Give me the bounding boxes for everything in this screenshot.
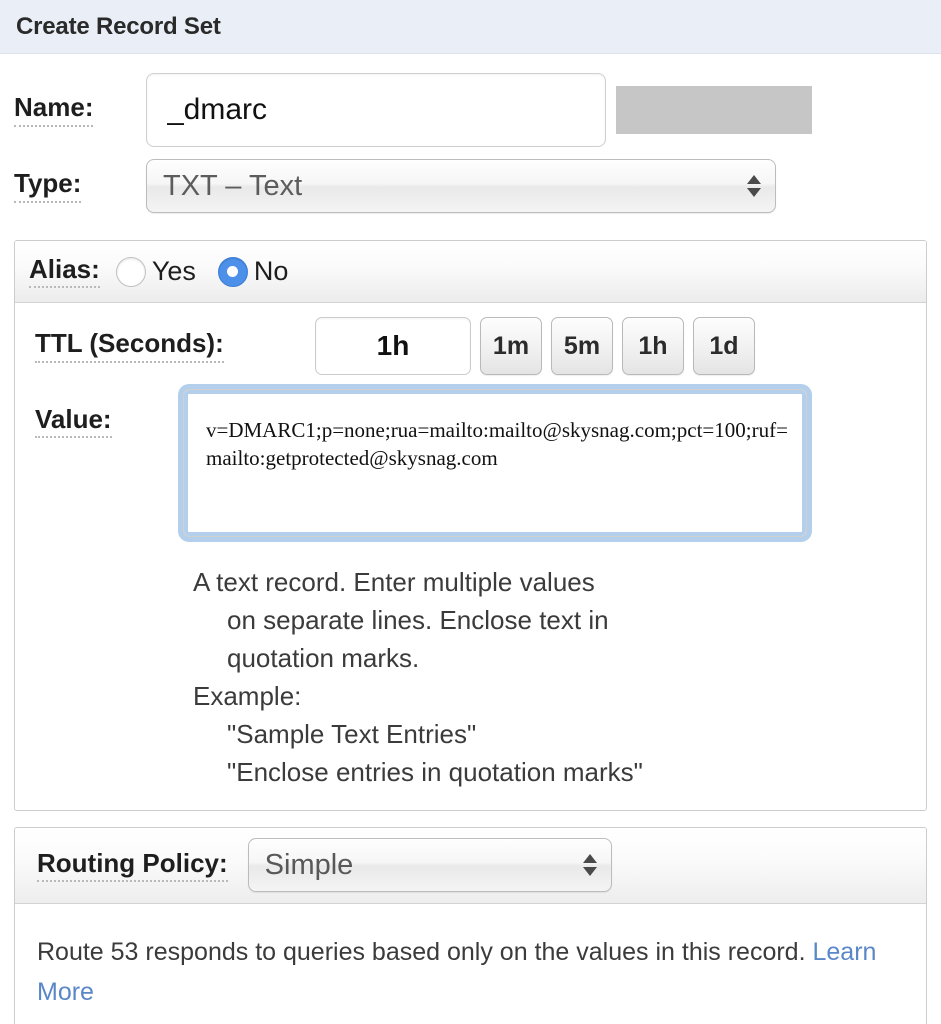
top-fields: Name: Type: TXT – Text (0, 54, 941, 228)
type-row: Type: TXT – Text (0, 152, 941, 220)
ttl-label: TTL (Seconds): (35, 329, 224, 363)
alias-radio-group: Yes No (115, 256, 311, 287)
value-help-line-6: "Enclose entries in quotation marks" (227, 756, 643, 787)
chevron-updown-icon (582, 854, 597, 877)
alias-radio-no[interactable]: No (217, 256, 289, 287)
type-label-col: Type: (0, 169, 146, 203)
routing-policy-description: Route 53 responds to queries based only … (15, 904, 926, 1024)
routing-policy-select-value: Simple (264, 848, 354, 881)
alias-label: Alias: (29, 254, 100, 289)
routing-policy-section: Routing Policy: Simple Route 53 responds… (14, 826, 927, 1024)
name-label: Name: (14, 93, 94, 127)
ttl-preset-1m[interactable]: 1m (480, 317, 542, 375)
radio-checked-icon (217, 256, 248, 287)
ttl-row: TTL (Seconds): 1m 5m 1h 1d (15, 303, 926, 385)
alias-ttl-value-section: Alias: Yes No TTL (Seconds): 1m 5m 1h (14, 240, 927, 811)
value-row: Value: v=DMARC1;p=none;rua=mailto:mailto… (15, 385, 926, 542)
create-record-set-panel: Create Record Set Name: Type: TXT – Text (0, 0, 941, 1024)
ttl-preset-5m[interactable]: 5m (551, 317, 613, 375)
value-textarea-wrap: v=DMARC1;p=none;rua=mailto:mailto@skysna… (183, 389, 807, 542)
value-help-text: A text record. Enter multiple values on … (15, 564, 926, 810)
alias-row: Alias: Yes No (15, 241, 926, 303)
alias-radio-yes[interactable]: Yes (115, 256, 196, 287)
value-help-line-5: "Sample Text Entries" (227, 718, 477, 749)
radio-unchecked-icon (115, 256, 146, 287)
value-help-line-1: A text record. Enter multiple values (193, 567, 595, 597)
value-help-line-2: on separate lines. Enclose text in (227, 604, 609, 635)
name-input[interactable] (146, 73, 606, 147)
ttl-preset-1d[interactable]: 1d (693, 317, 755, 375)
value-label-col: Value: (35, 389, 183, 439)
name-label-col: Name: (0, 93, 146, 127)
routing-policy-row: Routing Policy: Simple (15, 827, 926, 904)
chevron-updown-icon (747, 175, 761, 197)
value-label: Value: (35, 404, 112, 439)
ttl-preset-1h[interactable]: 1h (622, 317, 684, 375)
ttl-preset-buttons: 1m 5m 1h 1d (480, 317, 764, 375)
ttl-input[interactable] (315, 317, 471, 375)
alias-radio-yes-label: Yes (151, 256, 196, 286)
name-domain-suffix-redacted (616, 86, 812, 134)
page-title: Create Record Set (16, 12, 221, 40)
value-textarea[interactable]: v=DMARC1;p=none;rua=mailto:mailto@skysna… (183, 389, 807, 537)
value-help-line-4: Example: (193, 680, 302, 711)
type-label: Type: (14, 169, 82, 203)
panel-header: Create Record Set (0, 0, 941, 54)
routing-policy-select[interactable]: Simple (247, 838, 612, 893)
name-row: Name: (0, 68, 941, 152)
routing-policy-label: Routing Policy: (37, 848, 228, 882)
ttl-label-col: TTL (Seconds): (35, 329, 315, 363)
alias-radio-no-label: No (253, 256, 289, 286)
routing-policy-description-text: Route 53 responds to queries based only … (37, 937, 806, 966)
type-select[interactable]: TXT – Text (146, 159, 776, 213)
value-help-line-3: quotation marks. (227, 642, 420, 673)
type-select-value: TXT – Text (163, 169, 303, 202)
